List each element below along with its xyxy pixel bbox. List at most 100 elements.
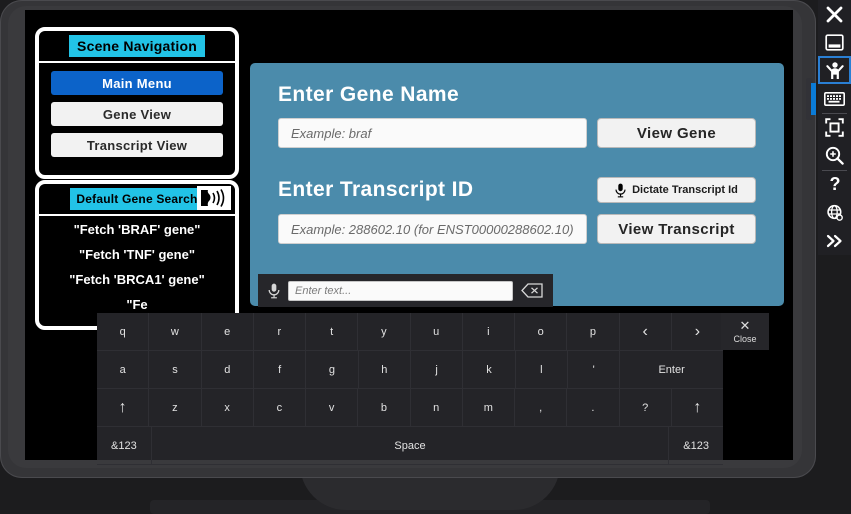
close-icon: ✕ [739, 317, 751, 333]
view-transcript-button[interactable]: View Transcript [597, 214, 756, 244]
keyboard-key-f[interactable]: f [253, 351, 307, 389]
toolbar-keyboard-button[interactable] [818, 84, 851, 112]
keyboard-key-n[interactable]: n [410, 389, 463, 427]
dictation-input-bar: Enter text... [258, 274, 553, 307]
dictate-transcript-id-button[interactable]: Dictate Transcript Id [597, 177, 756, 203]
toolbar-expand-button[interactable] [818, 227, 851, 255]
transcript-section-heading: Enter Transcript ID [278, 178, 474, 201]
right-toolbar: ? [818, 0, 851, 255]
keyboard-key-b[interactable]: b [358, 389, 411, 427]
gene-search-suggestion[interactable]: "Fetch 'TNF' gene" [79, 247, 195, 262]
keyboard-key-h[interactable]: h [358, 351, 411, 389]
backspace-icon[interactable] [521, 283, 543, 298]
keyboard-key-[interactable]: ↑ [97, 389, 150, 427]
keyboard-key-[interactable]: ? [619, 389, 672, 427]
keyboard-key-z[interactable]: z [149, 389, 202, 427]
toolbar-zoom-button[interactable] [818, 142, 851, 170]
toolbar-fullscreen-button[interactable] [818, 114, 851, 142]
transcript-id-input[interactable]: Example: 288602.10 (for ENST00000288602.… [278, 214, 587, 244]
keyboard-key-[interactable]: ↑ [671, 389, 723, 427]
view-gene-button[interactable]: View Gene [597, 118, 756, 148]
keyboard-key-q[interactable]: q [97, 313, 150, 351]
transcript-heading-row: Enter Transcript ID Dictate Transcript I… [278, 177, 756, 203]
transcript-id-placeholder: Example: 288602.10 (for ENST00000288602.… [291, 221, 574, 237]
keyboard-key-[interactable]: › [671, 313, 723, 351]
transcript-input-row: Example: 288602.10 (for ENST00000288602.… [278, 214, 756, 244]
keyboard-key-e[interactable]: e [201, 313, 254, 351]
gene-transcript-card: Enter Gene Name Example: braf View Gene … [250, 63, 784, 306]
keyboard-key-enter[interactable]: Enter [620, 351, 723, 389]
toolbar-accent-indicator [811, 83, 816, 115]
keyboard-close-label: Close [733, 333, 757, 344]
screen-root: Scene Navigation Main Menu Gene View Tra… [0, 0, 851, 514]
keyboard-key-[interactable]: ' [567, 351, 621, 389]
onscreen-keyboard: q w e r t y u i o p ‹ › a s d f g h j k l ' Enter ↑ z x c v b n m,.? ↑ &… [97, 313, 723, 465]
nav-button-gene-view[interactable]: Gene View [51, 102, 223, 126]
keyboard-key-c[interactable]: c [253, 389, 306, 427]
keyboard-key-o[interactable]: o [515, 313, 568, 351]
keyboard-key-r[interactable]: r [253, 313, 306, 351]
gene-section-heading: Enter Gene Name [278, 83, 460, 106]
keyboard-key-m[interactable]: m [462, 389, 515, 427]
scene-navigation-buttons: Main Menu Gene View Transcript View [39, 63, 235, 165]
gene-name-input[interactable]: Example: braf [278, 118, 587, 148]
keyboard-key-w[interactable]: w [149, 313, 202, 351]
keyboard-key-s[interactable]: s [149, 351, 202, 389]
minimize-window-icon [825, 34, 844, 51]
nav-button-transcript-view[interactable]: Transcript View [51, 133, 223, 157]
keyboard-row: &123 Space &123 [97, 427, 723, 465]
fullscreen-icon [825, 118, 844, 137]
toolbar-close-button[interactable] [818, 0, 851, 28]
dictation-text-field[interactable]: Enter text... [288, 280, 513, 301]
keyboard-row: ↑ z x c v b n m,.? ↑ [97, 389, 723, 427]
keyboard-key-p[interactable]: p [567, 313, 620, 351]
scene-navigation-panel: Scene Navigation Main Menu Gene View Tra… [35, 27, 239, 179]
scene-navigation-title: Scene Navigation [69, 35, 205, 57]
keyboard-close-button[interactable]: ✕ Close [721, 313, 769, 350]
keyboard-key-[interactable]: ‹ [619, 313, 672, 351]
help-icon: ? [829, 175, 840, 194]
avatar-person-icon [825, 62, 844, 79]
globe-settings-icon [826, 204, 843, 221]
keyboard-key-d[interactable]: d [201, 351, 254, 389]
zoom-in-icon [825, 147, 844, 165]
keyboard-key-[interactable]: , [515, 389, 568, 427]
keyboard-key-u[interactable]: u [410, 313, 463, 351]
keyboard-key-i[interactable]: i [462, 313, 515, 351]
default-gene-search-title: Default Gene Search [70, 188, 204, 210]
close-icon [826, 6, 843, 22]
default-gene-search-list: "Fetch 'BRAF' gene" "Fetch 'TNF' gene" "… [39, 216, 235, 312]
toolbar-globe-button[interactable] [818, 199, 851, 227]
keyboard-key-[interactable]: . [567, 389, 620, 427]
scene-navigation-header: Scene Navigation [39, 31, 235, 63]
keyboard-key-space[interactable]: Space [151, 427, 670, 465]
keyboard-key-k[interactable]: k [463, 351, 516, 389]
transcript-section: Enter Transcript ID Dictate Transcript I… [250, 148, 784, 244]
keyboard-key-j[interactable]: j [410, 351, 464, 389]
keyboard-key-123[interactable]: &123 [97, 427, 152, 465]
toolbar-help-button[interactable]: ? [818, 171, 851, 199]
keyboard-key-l[interactable]: l [515, 351, 568, 389]
default-gene-search-panel: Default Gene Search "Fetch 'BRAF' gene" … [35, 180, 239, 330]
microphone-icon[interactable] [268, 283, 280, 299]
gene-input-row: Example: braf View Gene [278, 118, 756, 148]
keyboard-key-g[interactable]: g [306, 351, 359, 389]
toolbar-avatar-button[interactable] [818, 56, 851, 85]
keyboard-key-a[interactable]: a [97, 351, 150, 389]
keyboard-key-v[interactable]: v [306, 389, 359, 427]
keyboard-key-t[interactable]: t [306, 313, 359, 351]
gene-search-suggestion[interactable]: "Fetch 'BRCA1' gene" [69, 272, 205, 287]
keyboard-key-x[interactable]: x [201, 389, 254, 427]
toolbar-minimize-button[interactable] [818, 28, 851, 56]
keyboard-key-y[interactable]: y [358, 313, 411, 351]
keyboard-icon [824, 91, 845, 106]
keyboard-key-123[interactable]: &123 [669, 427, 723, 465]
dictate-transcript-id-label: Dictate Transcript Id [632, 184, 738, 196]
gene-search-suggestion[interactable]: "Fe [126, 297, 147, 312]
speaking-head-icon [197, 186, 231, 210]
nav-button-main-menu[interactable]: Main Menu [51, 71, 223, 95]
gene-search-suggestion[interactable]: "Fetch 'BRAF' gene" [74, 222, 201, 237]
dictation-placeholder: Enter text... [295, 284, 352, 297]
keyboard-row: a s d f g h j k l ' Enter [97, 351, 723, 389]
gene-section: Enter Gene Name Example: braf View Gene [250, 63, 784, 148]
